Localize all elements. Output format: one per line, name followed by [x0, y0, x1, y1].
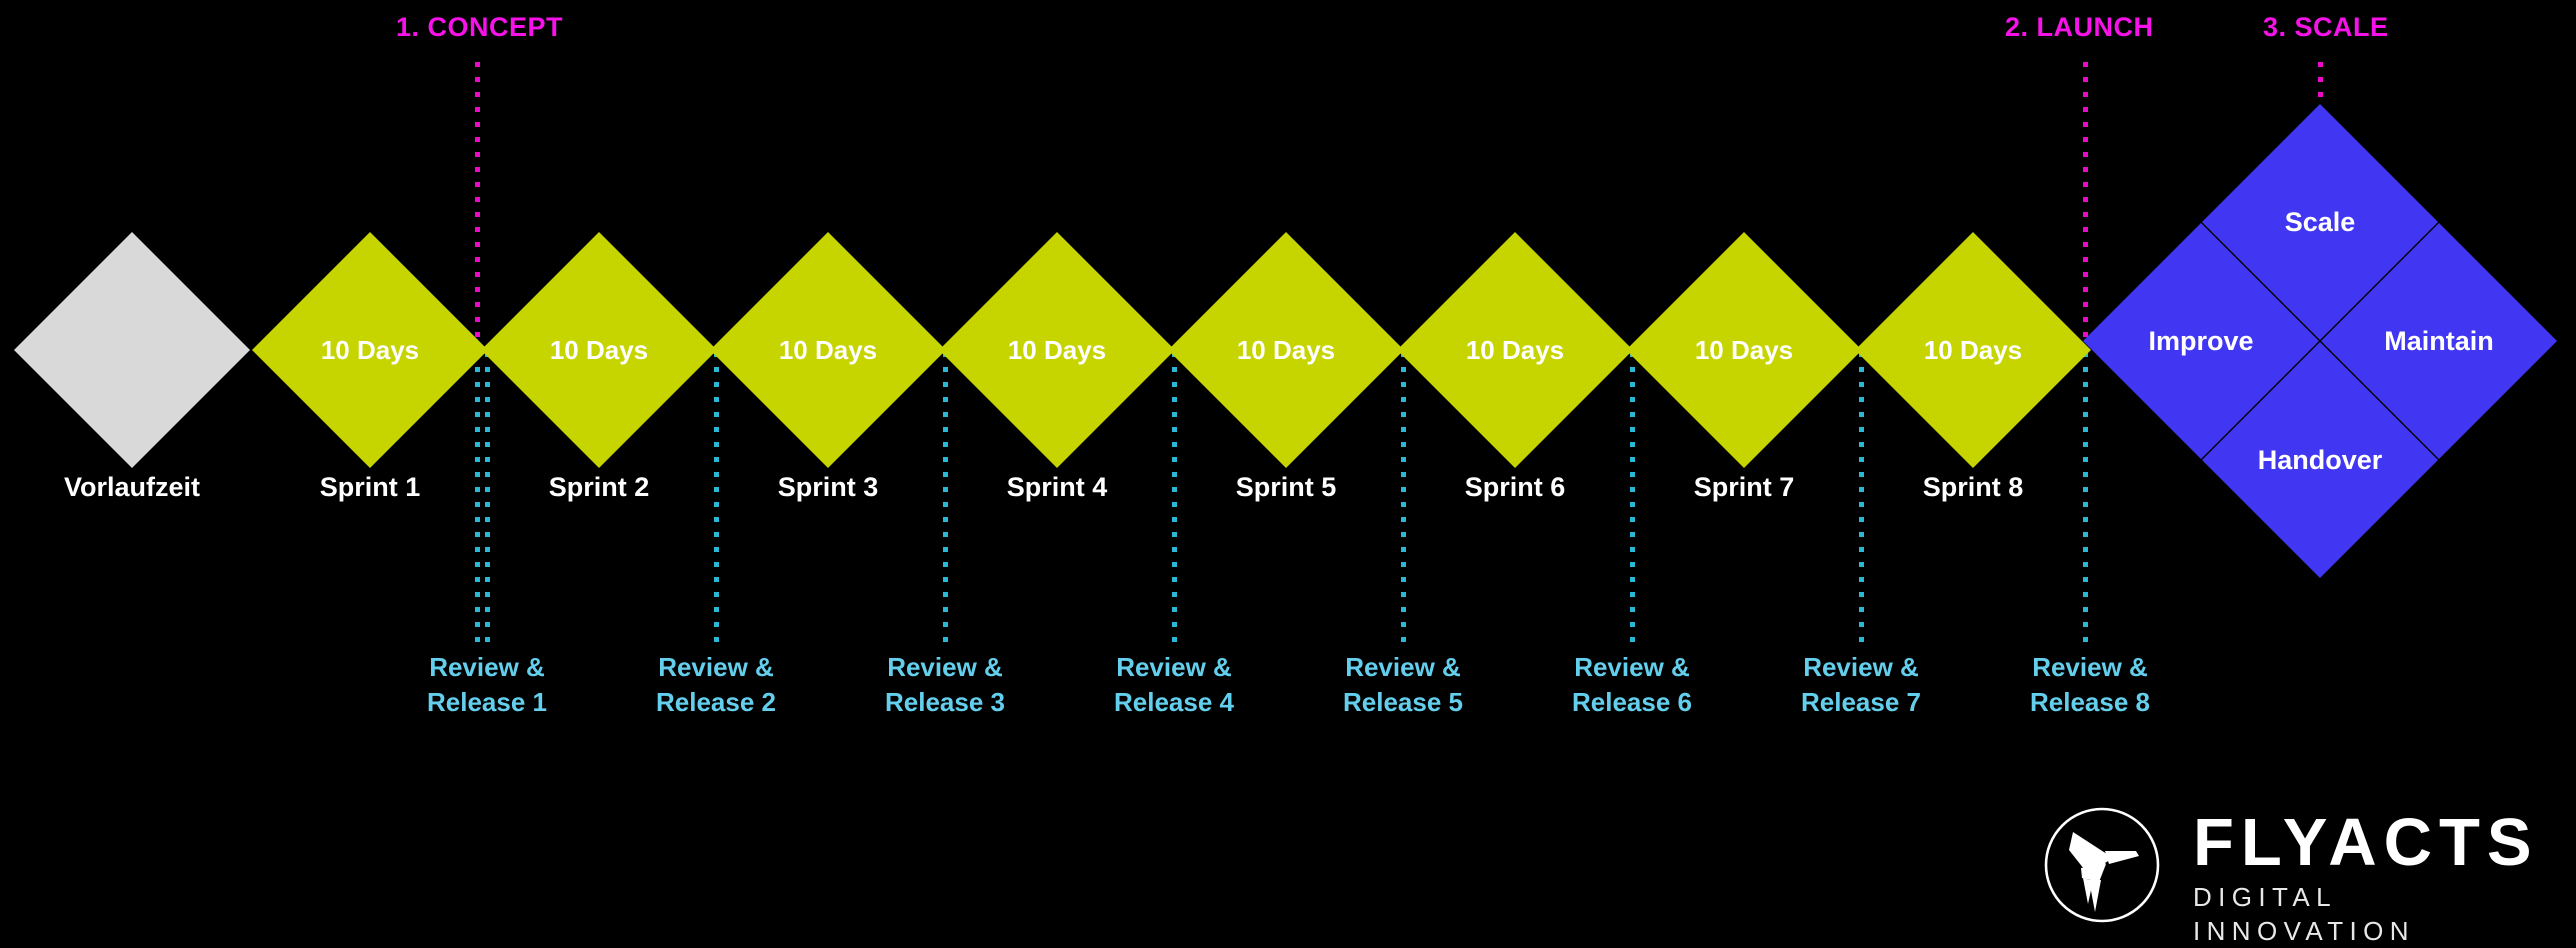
- sprint-diamond[interactable]: 10 Days: [1855, 232, 2091, 468]
- sprint-diamond[interactable]: 10 Days: [1626, 232, 1862, 468]
- origami-bird-icon: [2043, 806, 2161, 924]
- sprint-diamond[interactable]: 10 Days: [939, 232, 1175, 468]
- sprint-duration-label: 10 Days: [1923, 334, 2023, 365]
- sprint-duration-label: 10 Days: [320, 334, 420, 365]
- handover-diamond-label: Handover: [2257, 444, 2383, 475]
- sprint-diamond[interactable]: 10 Days: [710, 232, 946, 468]
- review-release-line2: Release 8: [2030, 687, 2150, 717]
- sprint-duration-label: 10 Days: [549, 334, 649, 365]
- review-release-label: Review & Release 8: [1940, 650, 2240, 720]
- sprint-diamond[interactable]: 10 Days: [481, 232, 717, 468]
- flyacts-logo: FLYACTS DIGITAL INNOVATION: [2043, 800, 2563, 946]
- sprint-diamond[interactable]: 10 Days: [1168, 232, 1404, 468]
- phase-label-concept: 1. CONCEPT: [396, 12, 564, 42]
- handover-diamond[interactable]: Handover: [2202, 342, 2438, 578]
- review-release-line1: Review &: [2032, 652, 2148, 682]
- lead-time-diamond[interactable]: [14, 232, 250, 468]
- sprint-duration-label: 10 Days: [1694, 334, 1794, 365]
- logo-name: FLYACTS: [2193, 805, 2539, 880]
- phase-label-scale: 3. SCALE: [2263, 12, 2389, 42]
- phase-label-launch: 2. LAUNCH: [2005, 12, 2154, 42]
- logo-tagline: DIGITAL INNOVATION: [2193, 882, 2415, 946]
- sprint-diamond[interactable]: 10 Days: [1397, 232, 1633, 468]
- lead-time-diamond-shape: [14, 232, 250, 468]
- phase-guideline-upper-scale: [2318, 62, 2323, 106]
- sprint-name-label: Sprint 8: [1922, 472, 2024, 502]
- logo-wordmark: FLYACTS DIGITAL INNOVATION: [2193, 806, 2563, 948]
- sprint-duration-label: 10 Days: [778, 334, 878, 365]
- timeline-diagram: 1. CONCEPT 2. LAUNCH 3. SCALE Vorlaufzeit …: [0, 0, 2576, 948]
- sprint-duration-label: 10 Days: [1236, 334, 1336, 365]
- sprint-diamond[interactable]: 10 Days: [252, 232, 488, 468]
- sprint-duration-label: 10 Days: [1007, 334, 1107, 365]
- sprint-duration-label: 10 Days: [1465, 334, 1565, 365]
